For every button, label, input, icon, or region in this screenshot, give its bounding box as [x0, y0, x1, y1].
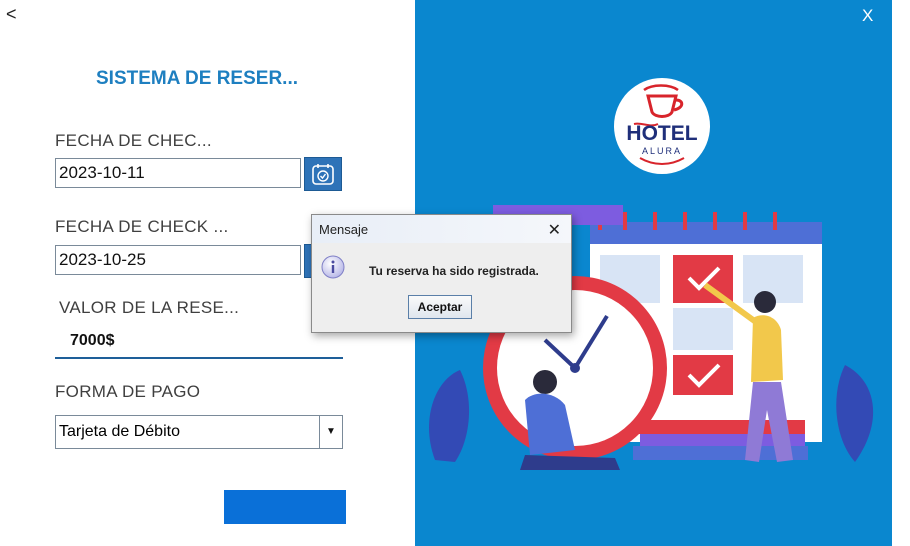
calendar-icon [312, 164, 334, 185]
valor-value: 7000$ [70, 332, 115, 349]
back-button[interactable]: < [6, 4, 17, 25]
valor-underline [55, 357, 343, 359]
coffee-cup-icon: HOTEL ALURA [626, 84, 698, 165]
payment-method-value: Tarjeta de Débito [59, 423, 180, 440]
checkin-label: FECHA DE CHEC... [55, 131, 212, 150]
accept-button[interactable]: Aceptar [408, 295, 472, 319]
reserve-button[interactable] [224, 490, 346, 524]
checkout-label: FECHA DE CHECK ... [55, 217, 229, 236]
page-title: SISTEMA DE RESER... [96, 68, 298, 89]
close-window-button[interactable]: X [862, 6, 873, 26]
pago-label: FORMA DE PAGO [55, 382, 201, 401]
message-dialog: Mensaje ✕ Tu reserva ha sido registrada.… [311, 214, 572, 333]
checkin-date-field[interactable]: 2023-10-11 [55, 158, 301, 188]
payment-method-select[interactable]: Tarjeta de Débito ▼ [55, 415, 343, 449]
valor-label: VALOR DE LA RESE... [59, 298, 240, 317]
checkout-date-field[interactable]: 2023-10-25 [55, 245, 301, 275]
checkin-calendar-button[interactable] [304, 157, 342, 191]
dialog-titlebar: Mensaje ✕ [312, 215, 571, 243]
hotel-alura-logo: HOTEL ALURA [614, 78, 710, 174]
info-icon [321, 255, 345, 279]
dialog-message: Tu reserva ha sido registrada. [369, 264, 539, 278]
dialog-body: Tu reserva ha sido registrada. Aceptar [312, 243, 571, 332]
logo-text-sub: ALURA [642, 146, 682, 156]
logo-text-main: HOTEL [626, 122, 697, 145]
chevron-down-icon[interactable]: ▼ [319, 416, 342, 448]
dialog-title: Mensaje [319, 222, 369, 237]
dialog-close-button[interactable]: ✕ [548, 220, 561, 240]
